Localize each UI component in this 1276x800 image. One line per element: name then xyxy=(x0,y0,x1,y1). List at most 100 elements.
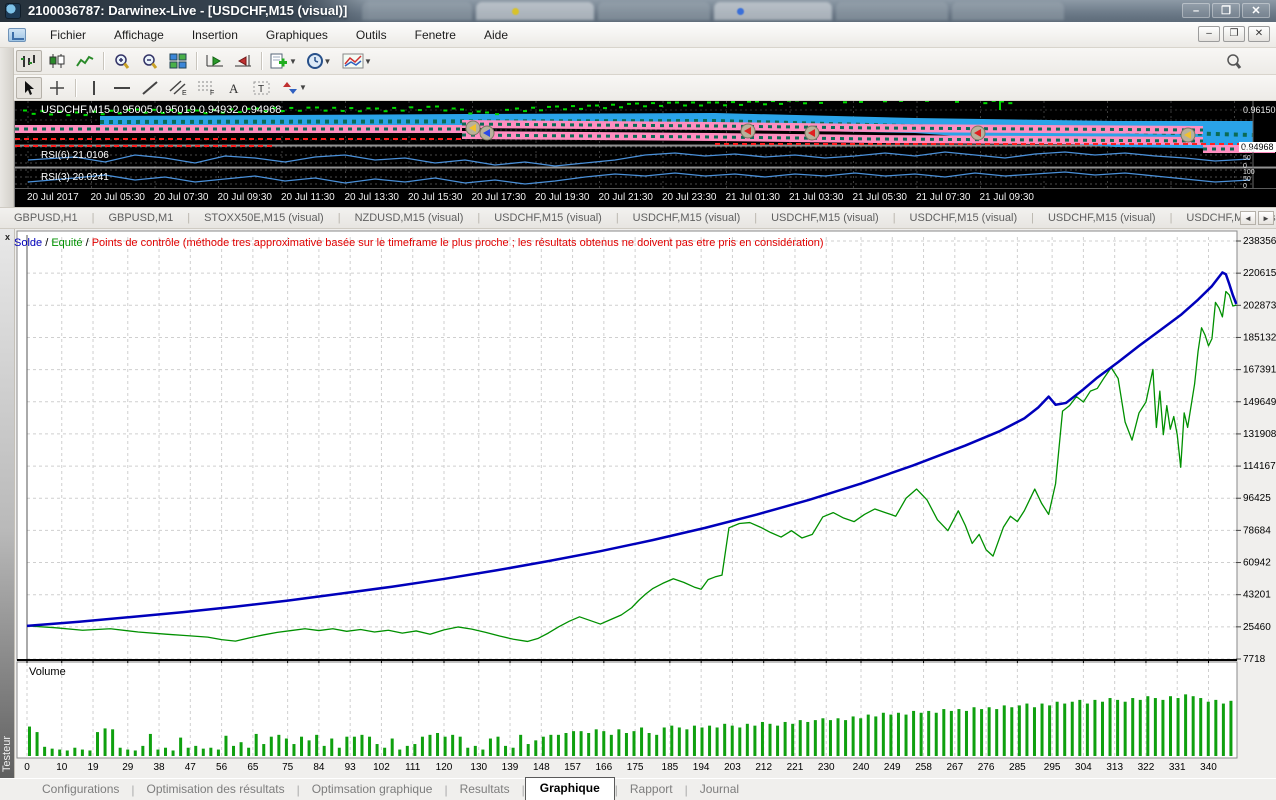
toolbar-separator xyxy=(261,52,262,70)
menu-fichier[interactable]: Fichier xyxy=(36,24,100,46)
bar-chart-icon[interactable] xyxy=(16,50,42,72)
chart-tab-2[interactable]: STOXX50E,M15 (visual) xyxy=(190,209,338,227)
chart-shift-icon[interactable] xyxy=(230,50,256,72)
menu-graphiques[interactable]: Graphiques xyxy=(252,24,342,46)
chart-tab-7[interactable]: USDCHF,M15 (visual) xyxy=(896,209,1032,227)
svg-text:295: 295 xyxy=(1044,762,1061,773)
time-label: 20 Jul 21:30 xyxy=(599,192,654,203)
rsi-scale-tick: 50 xyxy=(1243,176,1251,183)
chart-tab-8[interactable]: USDCHF,M15 (visual) xyxy=(1034,209,1170,227)
tile-windows-icon[interactable] xyxy=(165,50,191,72)
timeframe-clock-icon[interactable]: ▼ xyxy=(303,50,337,72)
svg-text:78684: 78684 xyxy=(1243,525,1271,536)
chart-system-icon[interactable] xyxy=(8,28,26,42)
tab-scroll-left-icon[interactable]: ◄ xyxy=(1240,211,1256,225)
time-label: 20 Jul 19:30 xyxy=(535,192,590,203)
horizontal-line-icon[interactable] xyxy=(109,77,135,99)
svg-text:202873: 202873 xyxy=(1243,300,1276,311)
svg-text:Volume: Volume xyxy=(29,666,66,678)
svg-text:60942: 60942 xyxy=(1243,558,1271,569)
background-browser-tab xyxy=(714,2,832,20)
minimize-button[interactable]: – xyxy=(1182,3,1210,18)
chart-tab-3[interactable]: NZDUSD,M15 (visual) xyxy=(341,209,478,227)
svg-text:43201: 43201 xyxy=(1243,590,1271,601)
chart-tab-6[interactable]: USDCHF,M15 (visual) xyxy=(757,209,893,227)
tester-tab-configurations[interactable]: Configurations xyxy=(30,779,131,800)
rsi-scale-tick: 100 xyxy=(1243,169,1255,176)
svg-text:166: 166 xyxy=(596,762,613,773)
tester-chart-canvas: 2383562206152028731851321673911496491319… xyxy=(15,229,1276,778)
tester-tab-resultats[interactable]: Resultats xyxy=(448,779,522,800)
svg-text:203: 203 xyxy=(724,762,741,773)
zoom-out-icon[interactable] xyxy=(137,50,163,72)
find-icon[interactable] xyxy=(1221,50,1247,72)
svg-text:F: F xyxy=(210,90,214,96)
close-button[interactable]: ✕ xyxy=(1242,3,1270,18)
svg-text:96425: 96425 xyxy=(1243,493,1271,504)
tab-scroll-right-icon[interactable]: ► xyxy=(1258,211,1274,225)
cursor-icon[interactable] xyxy=(16,77,42,99)
legend-separator: / xyxy=(83,237,92,249)
price-chart-panel: USDCHF,M15 0.95005 0.95019 0.94932 0.949… xyxy=(14,101,1276,207)
time-label: 20 Jul 09:30 xyxy=(218,192,273,203)
mdi-restore-button[interactable]: ❐ xyxy=(1223,26,1245,42)
equidistant-channel-icon[interactable]: E xyxy=(165,77,191,99)
favicon-dot xyxy=(737,8,744,15)
text-icon[interactable]: A xyxy=(221,77,247,99)
svg-text:267: 267 xyxy=(946,762,963,773)
svg-text:75: 75 xyxy=(282,762,294,773)
time-label: 20 Jul 17:30 xyxy=(472,192,527,203)
time-label: 21 Jul 05:30 xyxy=(853,192,908,203)
maximize-button[interactable]: ❐ xyxy=(1212,3,1240,18)
crosshair-icon[interactable] xyxy=(44,77,70,99)
auto-scroll-icon[interactable] xyxy=(202,50,228,72)
svg-text:276: 276 xyxy=(978,762,995,773)
tester-panel-label[interactable]: Testeur xyxy=(1,736,13,772)
tester-tab-graphique[interactable]: Graphique xyxy=(525,777,615,800)
line-chart-icon[interactable] xyxy=(72,50,98,72)
new-order-icon[interactable]: ▼ xyxy=(267,50,301,72)
svg-text:56: 56 xyxy=(216,762,228,773)
menu-affichage[interactable]: Affichage xyxy=(100,24,178,46)
svg-text:A: A xyxy=(229,81,239,96)
menu-fenetre[interactable]: Fenetre xyxy=(401,24,470,46)
chart-tab-1[interactable]: GBPUSD,M1 xyxy=(94,209,187,227)
dropdown-caret-icon: ▼ xyxy=(364,57,372,66)
trendline-icon[interactable] xyxy=(137,77,163,99)
toolbar-separator xyxy=(75,79,76,97)
tester-tab-optimisation-des-r-sultats[interactable]: Optimisation des résultats xyxy=(135,779,297,800)
toolbar-separator xyxy=(196,52,197,70)
svg-text:148: 148 xyxy=(533,762,550,773)
chart-tab-4[interactable]: USDCHF,M15 (visual) xyxy=(480,209,616,227)
tester-tab-optimsation-graphique[interactable]: Optimsation graphique xyxy=(300,779,445,800)
menu-outils[interactable]: Outils xyxy=(342,24,401,46)
background-browser-tab xyxy=(836,2,948,20)
svg-text:130: 130 xyxy=(470,762,487,773)
time-label: 21 Jul 09:30 xyxy=(980,192,1035,203)
mdi-close-button[interactable]: ✕ xyxy=(1248,26,1270,42)
svg-text:T: T xyxy=(258,84,264,95)
fibonacci-icon[interactable]: F xyxy=(193,77,219,99)
svg-text:0: 0 xyxy=(24,762,30,773)
mdi-minimize-button[interactable]: – xyxy=(1198,26,1220,42)
background-browser-tab xyxy=(476,2,594,20)
svg-text:157: 157 xyxy=(564,762,581,773)
tester-tab-journal[interactable]: Journal xyxy=(688,779,751,800)
line-studies-toolbar: E F A T ▼ xyxy=(0,75,1276,101)
zoom-in-icon[interactable] xyxy=(109,50,135,72)
tester-tab-rapport[interactable]: Rapport xyxy=(618,779,685,800)
indicators-icon[interactable]: ▼ xyxy=(339,50,377,72)
menu-aide[interactable]: Aide xyxy=(470,24,522,46)
menu-insertion[interactable]: Insertion xyxy=(178,24,252,46)
text-label-icon[interactable]: T xyxy=(249,77,275,99)
rsi-scale-tick: 100 xyxy=(1243,147,1255,154)
vertical-line-icon[interactable] xyxy=(81,77,107,99)
candlestick-icon[interactable] xyxy=(44,50,70,72)
svg-text:304: 304 xyxy=(1075,762,1092,773)
arrows-icon[interactable]: ▼ xyxy=(277,77,313,99)
svg-text:331: 331 xyxy=(1169,762,1186,773)
chart-tab-0[interactable]: GBPUSD,H1 xyxy=(0,209,92,227)
svg-text:258: 258 xyxy=(915,762,932,773)
tester-close-icon[interactable]: x xyxy=(2,232,13,243)
chart-tab-5[interactable]: USDCHF,M15 (visual) xyxy=(619,209,755,227)
